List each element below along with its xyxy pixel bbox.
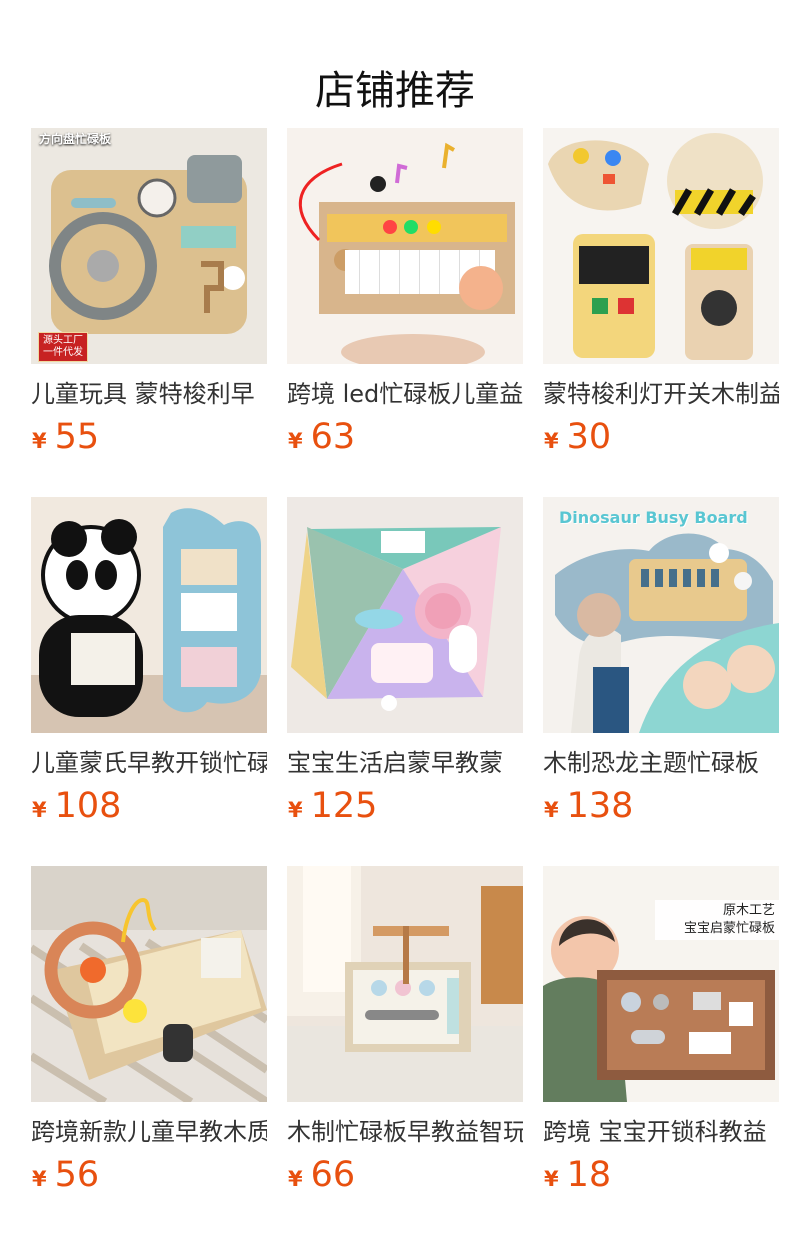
product-name[interactable]: 跨境 宝宝开锁科教益: [543, 1115, 779, 1149]
panda-busy-board-image: [31, 497, 267, 733]
currency-symbol: ¥: [32, 429, 47, 453]
factory-badge: 源头工厂 一件代发: [38, 332, 88, 362]
dinosaur-busy-board-image: [543, 497, 779, 733]
price-amount: 138: [566, 786, 634, 826]
product-image[interactable]: [287, 128, 523, 364]
product-card[interactable]: 原木工艺 宝宝启蒙忙碌板 跨境 宝宝开锁科教益 ¥18: [543, 866, 779, 1206]
currency-symbol: ¥: [288, 429, 303, 453]
new-steering-board-image: [31, 866, 267, 1102]
product-price: ¥108: [31, 784, 267, 828]
price-amount: 125: [310, 786, 378, 826]
product-card[interactable]: 木制忙碌板早教益智玩 ¥66: [287, 866, 523, 1206]
product-price: ¥63: [287, 415, 523, 459]
product-image[interactable]: [31, 497, 267, 733]
factory-badge-line: 源头工厂: [43, 335, 83, 346]
product-card[interactable]: 儿童蒙氏早教开锁忙碌 ¥108: [31, 497, 267, 837]
currency-symbol: ¥: [544, 798, 559, 822]
product-name[interactable]: 儿童玩具 蒙特梭利早: [31, 377, 267, 411]
image-caption-box: 原木工艺 宝宝启蒙忙碌板: [655, 900, 779, 940]
currency-symbol: ¥: [288, 1167, 303, 1191]
product-price: ¥56: [31, 1153, 267, 1197]
currency-symbol: ¥: [32, 798, 47, 822]
product-name[interactable]: 儿童蒙氏早教开锁忙碌: [31, 746, 267, 780]
store-recommendation-page: 店铺推荐 方向盘忙碌板 源头工厂 一件代发 儿童玩具 蒙特梭利早 ¥ 55 跨境…: [0, 0, 790, 1236]
image-caption-line: 原木工艺: [722, 903, 775, 918]
product-image[interactable]: Dinosaur Busy Board: [543, 497, 779, 733]
price-amount: 30: [566, 417, 612, 457]
price-amount: 55: [54, 417, 100, 457]
product-card[interactable]: 跨境新款儿童早教木质 ¥56: [31, 866, 267, 1206]
light-switch-boards-image: [543, 128, 779, 364]
product-price: ¥18: [543, 1153, 779, 1197]
price-amount: 63: [310, 417, 356, 457]
currency-symbol: ¥: [544, 429, 559, 453]
product-name[interactable]: 蒙特梭利灯开关木制益: [543, 377, 779, 411]
product-image[interactable]: [543, 128, 779, 364]
currency-symbol: ¥: [544, 1167, 559, 1191]
page-title: 店铺推荐: [315, 67, 475, 114]
product-card[interactable]: 蒙特梭利灯开关木制益 ¥30: [543, 128, 779, 468]
image-caption-line: 宝宝启蒙忙碌板: [683, 921, 775, 936]
product-name[interactable]: 木制忙碌板早教益智玩: [287, 1115, 523, 1149]
image-overlay-title: 方向盘忙碌板: [39, 132, 112, 146]
factory-badge-line: 一件代发: [43, 347, 83, 358]
product-card[interactable]: 跨境 led忙碌板儿童益 ¥63: [287, 128, 523, 468]
product-price: ¥125: [287, 784, 523, 828]
product-card[interactable]: 宝宝生活启蒙早教蒙 ¥125: [287, 497, 523, 837]
product-image[interactable]: [287, 866, 523, 1102]
price-amount: 18: [566, 1155, 612, 1195]
price-amount: 66: [310, 1155, 356, 1195]
product-price: ¥55: [31, 415, 267, 459]
currency-symbol: ¥: [32, 1167, 47, 1191]
product-card[interactable]: 方向盘忙碌板 源头工厂 一件代发 儿童玩具 蒙特梭利早 ¥55: [31, 128, 267, 468]
product-name[interactable]: 跨境新款儿童早教木质: [31, 1115, 267, 1149]
product-price: ¥66: [287, 1153, 523, 1197]
image-overlay-title: Dinosaur Busy Board: [559, 508, 748, 527]
product-card[interactable]: Dinosaur Busy Board 木制恐龙主题忙碌板 ¥138: [543, 497, 779, 837]
price-amount: 56: [54, 1155, 100, 1195]
product-image[interactable]: 原木工艺 宝宝启蒙忙碌板: [543, 866, 779, 1102]
pastel-busy-cube-image: [287, 497, 523, 733]
product-price: ¥138: [543, 784, 779, 828]
product-image[interactable]: [287, 497, 523, 733]
product-name[interactable]: 宝宝生活启蒙早教蒙: [287, 746, 523, 780]
currency-symbol: ¥: [288, 798, 303, 822]
led-piano-board-image: [287, 128, 523, 364]
product-image[interactable]: [31, 866, 267, 1102]
price-amount: 108: [54, 786, 122, 826]
product-image[interactable]: 方向盘忙碌板 源头工厂 一件代发: [31, 128, 267, 364]
product-name[interactable]: 木制恐龙主题忙碌板: [543, 746, 779, 780]
wooden-busy-board-room-image: [287, 866, 523, 1102]
steering-busy-board-image: [31, 128, 267, 364]
product-price: ¥30: [543, 415, 779, 459]
product-name[interactable]: 跨境 led忙碌板儿童益: [287, 377, 523, 411]
